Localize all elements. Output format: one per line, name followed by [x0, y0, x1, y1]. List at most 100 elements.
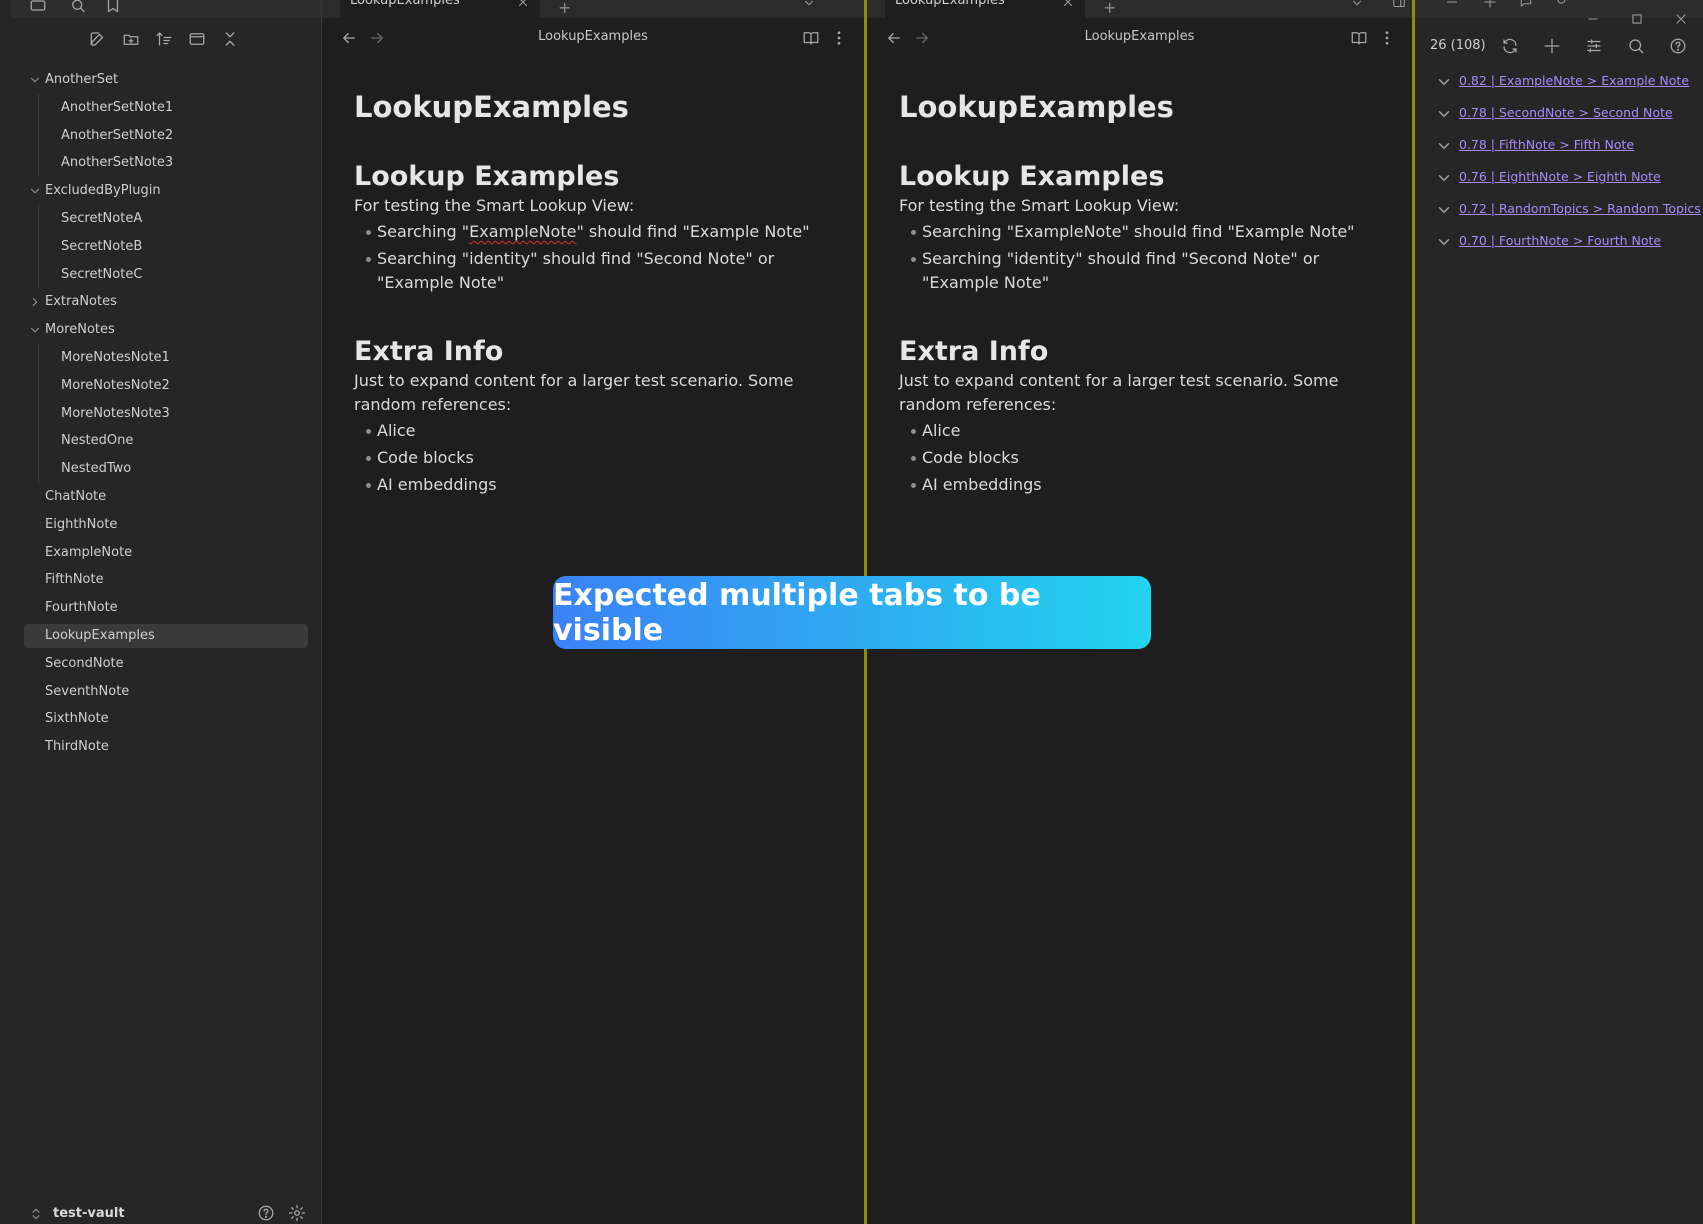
connection-result[interactable]: 0.78 | FifthNote > Fifth Note: [1415, 134, 1703, 166]
connection-result-link[interactable]: 0.70 | FourthNote > Fourth Note: [1459, 233, 1661, 248]
help-icon[interactable]: [257, 1204, 275, 1222]
reading-view-book-icon[interactable]: [802, 29, 820, 47]
folder-item[interactable]: ExcludedByPlugin: [11, 177, 321, 205]
connection-result-link[interactable]: 0.78 | SecondNote > Second Note: [1459, 105, 1673, 120]
tab-list-chevron-icon[interactable]: [1350, 0, 1364, 10]
file-item[interactable]: FourthNote: [11, 594, 321, 622]
close-tab-icon[interactable]: [516, 0, 530, 9]
tree-item-label: SeventhNote: [45, 683, 130, 699]
connection-result-link[interactable]: 0.82 | ExampleNote > Example Note: [1459, 73, 1689, 88]
close-tab-icon[interactable]: [1061, 0, 1075, 9]
file-item[interactable]: MoreNotesNote2: [11, 372, 321, 400]
reference-item: Alice: [366, 419, 834, 443]
folder-item[interactable]: MoreNotes: [11, 316, 321, 344]
chevron-down-icon[interactable]: [1435, 233, 1453, 251]
search-icon[interactable]: [1555, 0, 1569, 9]
files-icon[interactable]: [29, 0, 47, 16]
sidebar-tab-header: [11, 0, 321, 18]
chevron-down-icon[interactable]: [1435, 73, 1453, 91]
file-item[interactable]: ThirdNote: [11, 733, 321, 761]
view-header-title[interactable]: LookupExamples: [322, 29, 864, 44]
file-item[interactable]: NestedOne: [11, 427, 321, 455]
more-options-icon[interactable]: [1378, 29, 1396, 47]
chevron-down-icon[interactable]: [28, 73, 42, 87]
new-note-icon[interactable]: [89, 28, 107, 50]
file-item[interactable]: AnotherSetNote1: [11, 94, 321, 122]
file-item[interactable]: ChatNote: [11, 483, 321, 511]
reading-view-book-icon[interactable]: [1350, 29, 1368, 47]
notice-toast[interactable]: Expected multiple tabs to be visible: [553, 576, 1151, 649]
file-item[interactable]: LookupExamples: [11, 622, 321, 650]
file-item[interactable]: AnotherSetNote2: [11, 122, 321, 150]
toggle-sidebar-icon[interactable]: [1392, 0, 1406, 10]
filter-sliders-icon[interactable]: [1582, 34, 1606, 58]
file-item[interactable]: SecondNote: [11, 650, 321, 678]
inline-title[interactable]: LookupExamples: [354, 88, 834, 126]
folder-item[interactable]: AnotherSet: [11, 66, 321, 94]
file-item[interactable]: NestedTwo: [11, 455, 321, 483]
tab-lookupexamples[interactable]: LookupExamples: [885, 0, 1085, 18]
file-item[interactable]: SecretNoteC: [11, 261, 321, 289]
auto-reveal-icon[interactable]: [188, 28, 206, 50]
file-item[interactable]: SecretNoteA: [11, 205, 321, 233]
inline-title[interactable]: LookupExamples: [899, 88, 1379, 126]
note-content[interactable]: LookupExamples Lookup Examples For testi…: [354, 88, 834, 500]
chevron-down-icon[interactable]: [1435, 169, 1453, 187]
more-options-icon[interactable]: [830, 29, 848, 47]
connection-result[interactable]: 0.72 | RandomTopics > Random Topics: [1415, 198, 1703, 230]
intro-paragraph: For testing the Smart Lookup View:: [899, 196, 1180, 215]
file-item[interactable]: AnotherSetNote3: [11, 149, 321, 177]
tree-item-label: AnotherSetNote2: [61, 127, 174, 143]
bookmark-icon[interactable]: [104, 0, 122, 16]
search-icon[interactable]: [69, 0, 87, 16]
smart-connections-icon[interactable]: [1483, 0, 1497, 9]
chevron-down-icon[interactable]: [28, 184, 42, 198]
file-item[interactable]: FifthNote: [11, 566, 321, 594]
search-icon[interactable]: [1624, 34, 1648, 58]
tree-item-label: ThirdNote: [45, 739, 109, 755]
new-folder-icon[interactable]: [122, 28, 140, 50]
connection-result[interactable]: 0.76 | EighthNote > Eighth Note: [1415, 166, 1703, 198]
tree-item-label: FifthNote: [45, 572, 104, 588]
file-item[interactable]: EighthNote: [11, 511, 321, 539]
tab-list-chevron-icon[interactable]: [802, 0, 816, 10]
tree-item-label: EighthNote: [45, 516, 118, 532]
vault-name[interactable]: test-vault: [53, 1206, 125, 1221]
minimize-icon[interactable]: [1571, 8, 1615, 30]
close-window-icon[interactable]: [1659, 8, 1703, 30]
help-icon[interactable]: [1666, 34, 1690, 58]
connection-result[interactable]: 0.82 | ExampleNote > Example Note: [1415, 70, 1703, 102]
chevron-down-icon[interactable]: [28, 323, 42, 337]
view-header-title[interactable]: LookupExamples: [867, 29, 1412, 44]
file-item[interactable]: ExampleNote: [11, 539, 321, 567]
vault-switcher[interactable]: test-vault: [11, 1200, 321, 1224]
chevron-down-icon[interactable]: [1435, 105, 1453, 123]
collapse-all-icon[interactable]: [221, 28, 239, 50]
settings-gear-icon[interactable]: [288, 1204, 306, 1222]
file-item[interactable]: MoreNotesNote1: [11, 344, 321, 372]
sort-icon[interactable]: [155, 28, 173, 50]
file-item[interactable]: SecretNoteB: [11, 233, 321, 261]
folder-item[interactable]: ExtraNotes: [11, 288, 321, 316]
connection-result-link[interactable]: 0.72 | RandomTopics > Random Topics: [1459, 201, 1701, 216]
bullet-searching-identity: Searching "identity" should find "Second…: [911, 247, 1379, 295]
maximize-icon[interactable]: [1615, 8, 1659, 30]
connection-result[interactable]: 0.70 | FourthNote > Fourth Note: [1415, 230, 1703, 262]
note-content[interactable]: LookupExamples Lookup Examples For testi…: [899, 88, 1379, 500]
chevron-right-icon[interactable]: [28, 295, 42, 309]
chevron-down-icon[interactable]: [1435, 201, 1453, 219]
file-item[interactable]: MoreNotesNote3: [11, 400, 321, 428]
outline-icon[interactable]: [1445, 0, 1459, 9]
connection-result-link[interactable]: 0.78 | FifthNote > Fifth Note: [1459, 137, 1634, 152]
tab-lookupexamples[interactable]: LookupExamples: [340, 0, 540, 18]
new-tab-icon[interactable]: +: [1103, 0, 1116, 17]
chat-bubble-icon[interactable]: [1519, 0, 1533, 9]
file-item[interactable]: SixthNote: [11, 705, 321, 733]
connection-result[interactable]: 0.78 | SecondNote > Second Note: [1415, 102, 1703, 134]
file-item[interactable]: SeventhNote: [11, 678, 321, 706]
sparkle-icon[interactable]: [1540, 34, 1564, 58]
refresh-icon[interactable]: [1498, 34, 1522, 58]
connection-result-link[interactable]: 0.76 | EighthNote > Eighth Note: [1459, 169, 1661, 184]
new-tab-icon[interactable]: +: [558, 0, 571, 17]
chevron-down-icon[interactable]: [1435, 137, 1453, 155]
